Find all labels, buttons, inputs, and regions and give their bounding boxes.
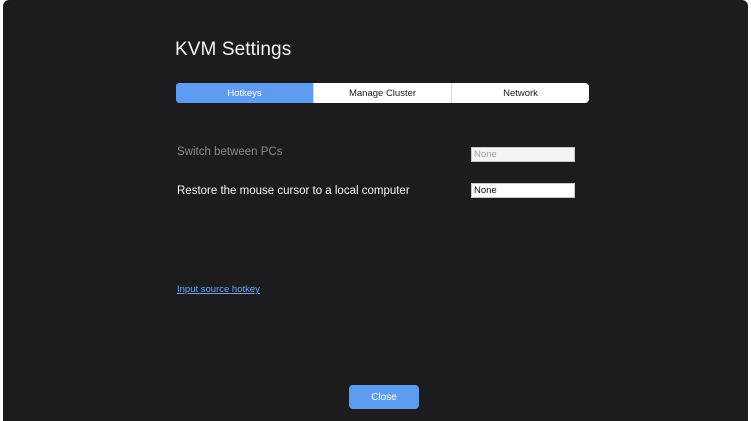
tab-network[interactable]: Network <box>452 83 589 103</box>
restore-cursor-label: Restore the mouse cursor to a local comp… <box>177 185 410 197</box>
window-title: KVM Settings <box>175 39 292 60</box>
tab-manage-cluster[interactable]: Manage Cluster <box>314 83 452 103</box>
close-button[interactable]: Close <box>349 385 419 409</box>
tab-bar: Hotkeys Manage Cluster Network <box>176 83 589 103</box>
kvm-settings-window: KVM Settings Hotkeys Manage Cluster Netw… <box>3 0 748 421</box>
input-source-hotkey-link[interactable]: Input source hotkey <box>177 284 260 295</box>
switch-pcs-hotkey-field: None <box>471 147 575 162</box>
tab-hotkeys[interactable]: Hotkeys <box>176 83 314 103</box>
switch-pcs-label: Switch between PCs <box>177 146 283 158</box>
restore-cursor-hotkey-field[interactable]: None <box>471 183 575 198</box>
